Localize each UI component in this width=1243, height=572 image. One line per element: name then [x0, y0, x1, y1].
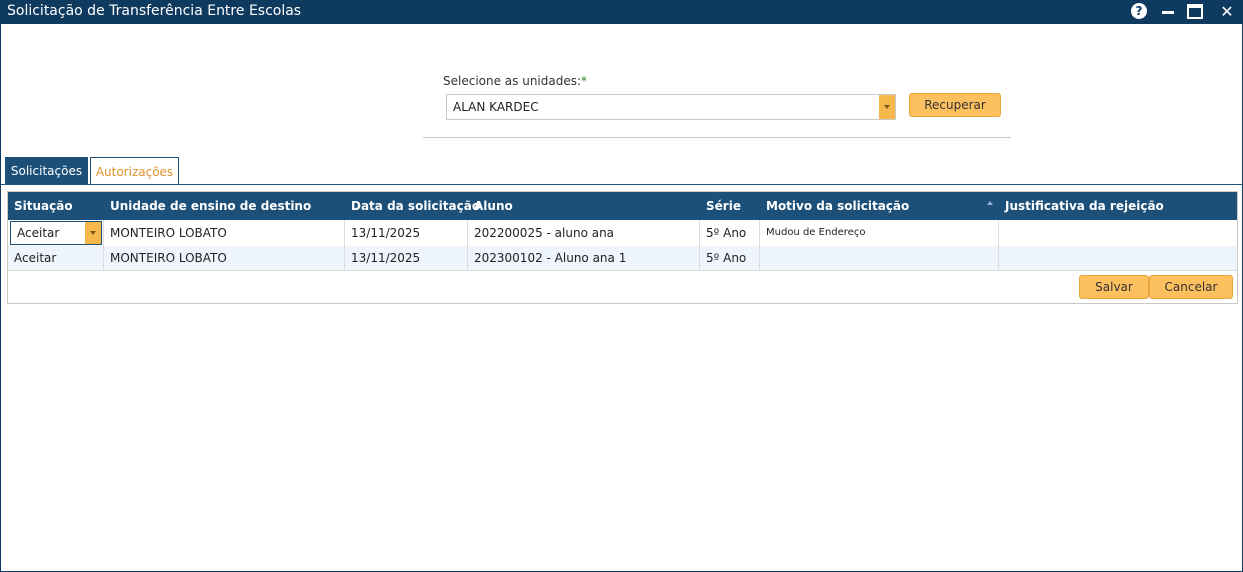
cell-justificativa[interactable] [999, 246, 1237, 270]
close-icon[interactable]: ✕ [1218, 3, 1236, 21]
cell-motivo: Mudou de Endereço [760, 220, 999, 246]
cell-serie: 5º Ano [700, 246, 760, 270]
cell-motivo [760, 246, 999, 270]
help-glyph: ? [1131, 3, 1147, 19]
tab-autorizacoes[interactable]: Autorizações [90, 157, 179, 185]
cell-data: 13/11/2025 [345, 220, 468, 246]
grid-header: Situação Unidade de ensino de destino Da… [8, 192, 1237, 220]
cell-data: 13/11/2025 [345, 246, 468, 270]
cell-aluno: 202300102 - Aluno ana 1 [468, 246, 700, 270]
sort-ascending-icon[interactable] [987, 201, 993, 205]
column-header-unidade[interactable]: Unidade de ensino de destino [110, 199, 311, 213]
unit-label-text: Selecione as unidades: [443, 74, 582, 88]
transfer-request-window: Solicitação de Transferência Entre Escol… [0, 0, 1243, 572]
window-title: Solicitação de Transferência Entre Escol… [7, 3, 302, 19]
required-mark: * [581, 74, 588, 88]
column-header-situacao[interactable]: Situação [14, 199, 73, 213]
maximize-icon[interactable] [1187, 3, 1205, 21]
tab-underline [1, 184, 1243, 185]
title-bar: Solicitação de Transferência Entre Escol… [1, 0, 1243, 24]
column-header-serie[interactable]: Série [706, 199, 741, 213]
column-header-justificativa[interactable]: Justificativa da rejeição [1005, 199, 1164, 213]
column-header-data[interactable]: Data da solicitação [351, 199, 480, 213]
chevron-down-icon[interactable] [85, 222, 101, 244]
divider [423, 137, 1011, 138]
cell-unidade: MONTEIRO LOBATO [104, 246, 345, 270]
authorizations-grid: Situação Unidade de ensino de destino Da… [7, 191, 1238, 304]
unit-select[interactable]: ALAN KARDEC [446, 94, 896, 120]
cell-serie: 5º Ano [700, 220, 760, 246]
unit-select-label: Selecione as unidades:* [443, 74, 587, 88]
cell-justificativa[interactable] [999, 220, 1237, 246]
recuperar-button[interactable]: Recuperar [909, 93, 1001, 117]
tab-solicitacoes[interactable]: Solicitações [5, 157, 88, 185]
chevron-down-icon[interactable] [879, 95, 895, 119]
row-divider [8, 270, 1237, 271]
table-row[interactable]: Aceitar MONTEIRO LOBATO 13/11/2025 20230… [8, 246, 1237, 270]
column-header-aluno[interactable]: Aluno [474, 199, 513, 213]
column-header-motivo[interactable]: Motivo da solicitação [766, 199, 909, 213]
situacao-select-value: Aceitar [17, 226, 60, 240]
cell-situacao[interactable]: Aceitar [8, 246, 104, 270]
cancelar-button[interactable]: Cancelar [1149, 275, 1233, 299]
table-row[interactable]: Aceitar MONTEIRO LOBATO 13/11/2025 20220… [8, 220, 1237, 246]
salvar-button[interactable]: Salvar [1079, 275, 1149, 299]
help-icon[interactable]: ? [1131, 3, 1149, 21]
cell-situacao[interactable]: Aceitar [8, 220, 104, 246]
cell-aluno: 202200025 - aluno ana [468, 220, 700, 246]
unit-select-value: ALAN KARDEC [453, 100, 539, 114]
situacao-select[interactable]: Aceitar [10, 221, 102, 245]
minimize-icon[interactable] [1160, 3, 1178, 21]
cell-unidade: MONTEIRO LOBATO [104, 220, 345, 246]
